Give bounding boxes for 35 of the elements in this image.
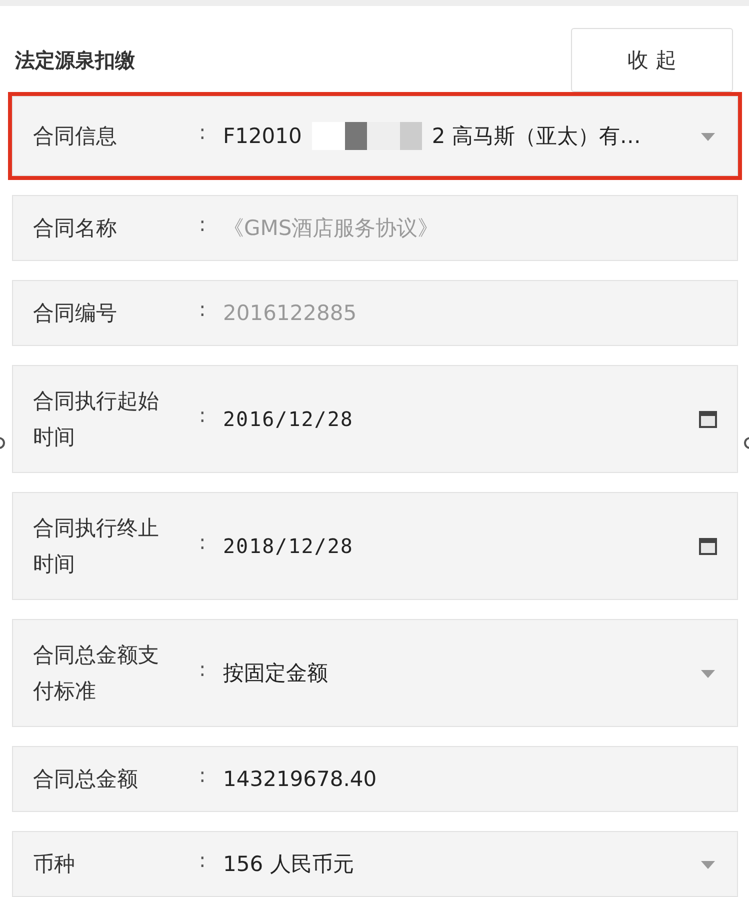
field-value: 2016/12/28 [223,407,354,431]
colon: : [199,657,207,681]
field-value: 143219678.40 [223,767,377,791]
field-value: 2016122885 [223,301,357,325]
field-label: 币种 [33,851,76,878]
colon: : [199,212,207,236]
colon: : [199,297,207,321]
field-label: 合同名称 [33,215,118,242]
field-label: 合同信息 [33,123,118,150]
colon: : [199,403,207,427]
colon: : [199,763,207,787]
calendar-icon[interactable] [697,408,719,430]
field-label: 合同编号 [33,300,118,327]
form-field[interactable]: 合同总金额 : 143219678.40 [12,746,738,812]
form-field[interactable]: 合同总金额支付标准 : 按固定金额 [12,619,738,727]
collapse-button[interactable]: 收 起 [571,28,733,92]
form-field[interactable]: 合同执行起始时间 : 2016/12/28 [12,365,738,473]
form-field[interactable]: 币种 : 156 人民币元 [12,831,738,897]
form-field[interactable]: 合同信息 : F12010 2 高马斯（亚太）有… [12,96,738,176]
colon: : [199,530,207,554]
field-label: 合同执行终止时间 [33,515,160,578]
field-label: 合同执行起始时间 [33,388,160,451]
calendar-icon[interactable] [697,535,719,557]
field-label: 合同总金额支付标准 [33,642,160,705]
field-value: 《GMS酒店服务协议》 [223,215,439,242]
field-value: 2018/12/28 [223,534,354,558]
field-value: 156 人民币元 [223,851,354,878]
colon: : [199,120,207,144]
field-value: F12010 [223,124,302,148]
field-value: 2 高马斯（亚太）有… [432,123,641,150]
colon: : [199,848,207,872]
field-label: 合同总金额 [33,766,139,793]
section-title: 法定源泉扣缴 [15,46,135,74]
form-field[interactable]: 合同执行终止时间 : 2018/12/28 [12,492,738,600]
field-value: 按固定金额 [223,660,328,687]
